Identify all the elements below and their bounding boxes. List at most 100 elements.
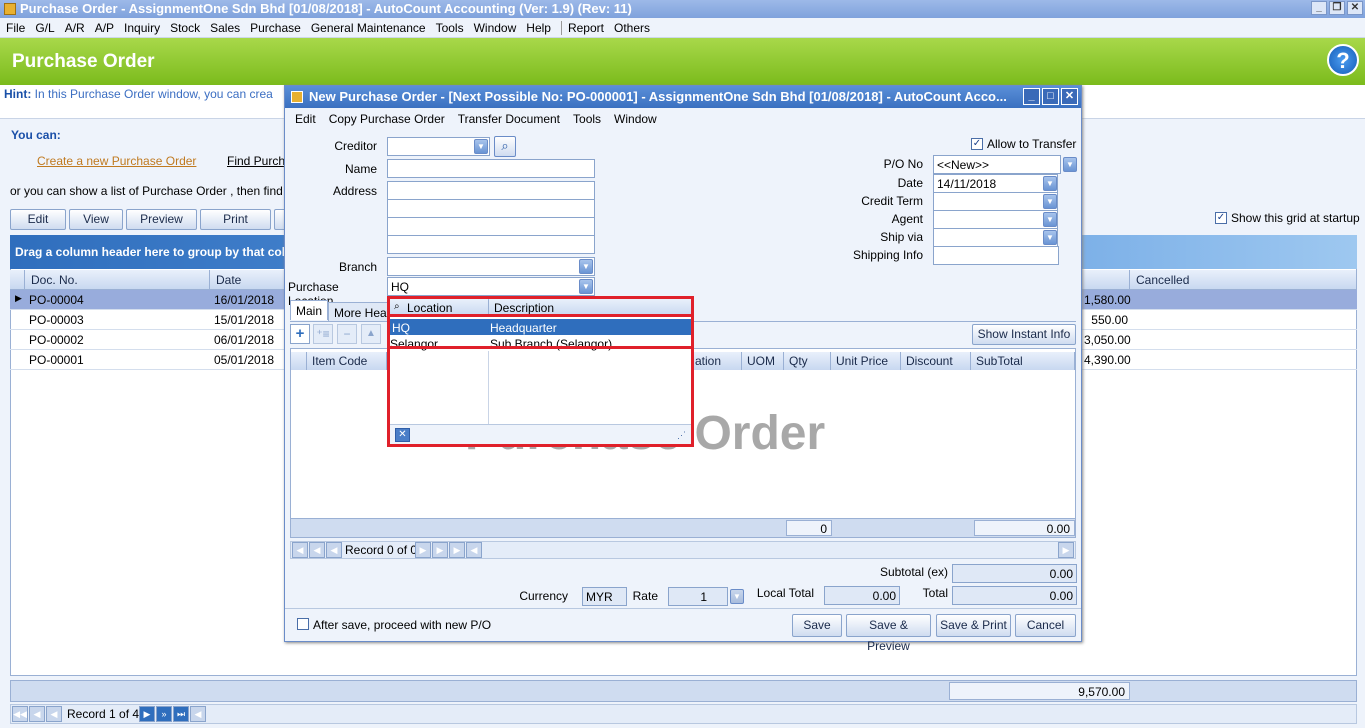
resize-grip-icon[interactable]: ⋰ [677, 430, 686, 441]
menu-window[interactable]: Window [474, 21, 517, 35]
minimize-icon[interactable]: _ [1311, 1, 1327, 15]
after-save-checkbox[interactable] [297, 618, 309, 630]
item-first-icon[interactable]: ◀ [292, 542, 308, 558]
column-header-cancelled[interactable]: Cancelled [1130, 270, 1357, 290]
address-line-4[interactable] [387, 235, 595, 254]
column-header-amount[interactable] [1082, 270, 1130, 290]
print-button[interactable]: Print [200, 209, 271, 230]
save-preview-button[interactable]: Save & Preview [846, 614, 931, 653]
menu-ar[interactable]: A/R [65, 21, 85, 35]
address-line-3[interactable] [387, 217, 595, 236]
next-page-icon[interactable]: » [156, 706, 172, 722]
allow-transfer-checkbox[interactable]: ✓ [971, 138, 983, 150]
menu-stock[interactable]: Stock [170, 21, 200, 35]
po-no-field[interactable]: <<New>> [933, 155, 1061, 174]
column-header-doc-no[interactable]: Doc. No. [25, 270, 210, 290]
column-header-subtotal[interactable]: SubTotal [971, 352, 1075, 370]
menu-sales[interactable]: Sales [210, 21, 240, 35]
item-prev-icon[interactable]: ◀ [326, 542, 342, 558]
show-instant-info-button[interactable]: Show Instant Info [972, 324, 1076, 345]
move-up-icon[interactable]: ▲ [361, 324, 381, 344]
po-no-dropdown-icon[interactable]: ▼ [1063, 157, 1077, 172]
prev-page-icon[interactable]: ◀ [29, 706, 45, 722]
menu-file[interactable]: File [6, 21, 25, 35]
dialog-menu-window[interactable]: Window [614, 112, 657, 126]
restore-icon[interactable]: ❐ [1329, 1, 1345, 15]
address-line-2[interactable] [387, 199, 595, 218]
tab-main[interactable]: Main [290, 300, 328, 320]
column-header-description[interactable]: ation [690, 352, 742, 370]
name-field[interactable] [387, 159, 595, 178]
column-header-unit-price[interactable]: Unit Price [831, 352, 901, 370]
save-print-button[interactable]: Save & Print [936, 614, 1011, 637]
item-scroll-left-icon[interactable]: ◀ [466, 542, 482, 558]
column-header-discount[interactable]: Discount [901, 352, 971, 370]
search-icon[interactable]: ⌕ [494, 136, 516, 157]
delete-row-icon[interactable]: − [337, 324, 357, 344]
ship-via-dropdown-icon[interactable]: ▼ [1043, 230, 1057, 245]
menu-ap[interactable]: A/P [95, 21, 114, 35]
dialog-minimize-icon[interactable]: _ [1023, 88, 1040, 105]
find-po-link[interactable]: Find Purcha [227, 154, 292, 168]
first-record-icon[interactable]: ◀◀ [12, 706, 28, 722]
menu-general-maintenance[interactable]: General Maintenance [311, 21, 426, 35]
credit-term-field[interactable] [933, 192, 1058, 211]
show-grid-checkbox[interactable]: ✓ [1215, 212, 1227, 224]
add-row-icon[interactable]: + [290, 324, 310, 344]
binoculars-icon[interactable]: ⌕ [394, 301, 400, 312]
item-next-icon[interactable]: ▶ [415, 542, 431, 558]
edit-button[interactable]: Edit [10, 209, 66, 230]
address-line-1[interactable] [387, 181, 595, 200]
item-scroll-right-icon[interactable]: ▶ [1058, 542, 1074, 558]
item-next-page-icon[interactable]: ▶ [432, 542, 448, 558]
purchase-location-dropdown-icon[interactable]: ▼ [579, 279, 593, 294]
menu-others[interactable]: Others [614, 21, 650, 35]
dialog-close-icon[interactable]: ✕ [1061, 88, 1078, 105]
lookup-column-description[interactable]: Description [494, 301, 554, 315]
cancel-button[interactable]: Cancel [1015, 614, 1076, 637]
column-header-uom[interactable]: UOM [742, 352, 784, 370]
lookup-column-location[interactable]: Location [407, 301, 452, 315]
dialog-menu-copy-po[interactable]: Copy Purchase Order [329, 112, 445, 126]
menu-inquiry[interactable]: Inquiry [124, 21, 160, 35]
help-icon[interactable]: ? [1327, 44, 1359, 76]
dialog-menu-tools[interactable]: Tools [573, 112, 601, 126]
menu-help[interactable]: Help [526, 21, 551, 35]
date-dropdown-icon[interactable]: ▼ [1043, 176, 1057, 191]
branch-field[interactable] [387, 257, 595, 276]
item-prev-page-icon[interactable]: ◀ [309, 542, 325, 558]
tab-more-header[interactable]: More Heade [328, 302, 390, 322]
dialog-menu-edit[interactable]: Edit [295, 112, 316, 126]
date-field[interactable]: 14/11/2018 [933, 174, 1058, 193]
view-button[interactable]: View [69, 209, 123, 230]
purchase-location-field[interactable]: HQ [387, 277, 595, 296]
column-header-item-code[interactable]: Item Code [307, 352, 387, 370]
column-header-date[interactable]: Date [210, 270, 285, 290]
dialog-menu-transfer[interactable]: Transfer Document [458, 112, 560, 126]
credit-term-dropdown-icon[interactable]: ▼ [1043, 194, 1057, 209]
item-last-icon[interactable]: ▶ [449, 542, 465, 558]
agent-dropdown-icon[interactable]: ▼ [1043, 212, 1057, 227]
lookup-close-icon[interactable]: ✕ [395, 428, 410, 442]
menu-purchase[interactable]: Purchase [250, 21, 301, 35]
agent-field[interactable] [933, 210, 1058, 229]
create-po-link[interactable]: Create a new Purchase Order [37, 154, 196, 168]
ship-via-field[interactable] [933, 228, 1058, 247]
menu-gl[interactable]: G/L [35, 21, 54, 35]
insert-row-icon[interactable]: ⁺≡ [313, 324, 333, 344]
next-record-icon[interactable]: ▶ [139, 706, 155, 722]
close-icon[interactable]: ✕ [1347, 1, 1363, 15]
preview-button[interactable]: Preview [126, 209, 197, 230]
dialog-maximize-icon[interactable]: □ [1042, 88, 1059, 105]
column-header-qty[interactable]: Qty [784, 352, 831, 370]
branch-dropdown-icon[interactable]: ▼ [579, 259, 593, 274]
last-record-icon[interactable]: ⏭ [173, 706, 189, 722]
creditor-dropdown-icon[interactable]: ▼ [474, 139, 488, 154]
prev-record-icon[interactable]: ◀ [46, 706, 62, 722]
save-button[interactable]: Save [792, 614, 842, 637]
shipping-info-field[interactable] [933, 246, 1059, 265]
menu-tools[interactable]: Tools [436, 21, 464, 35]
rate-field[interactable]: 1 [668, 587, 728, 606]
menu-report[interactable]: Report [568, 21, 604, 35]
scroll-left-icon[interactable]: ◀ [190, 706, 206, 722]
